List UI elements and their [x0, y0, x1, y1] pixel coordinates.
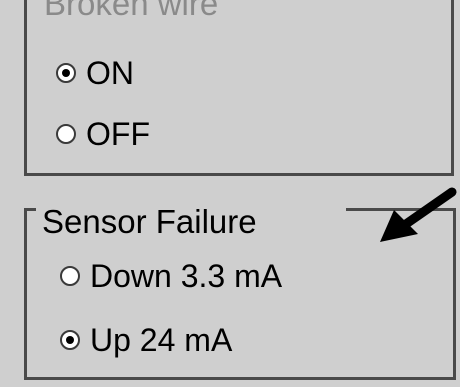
radio-button-icon[interactable]: [56, 124, 76, 144]
broken-wire-on-option[interactable]: ON: [56, 55, 134, 91]
radio-button-selected-icon[interactable]: [60, 330, 80, 350]
sensor-failure-legend: Sensor Failure: [36, 204, 263, 240]
settings-panel: Broken wire ON OFF Sensor Failure Down 3…: [0, 0, 460, 387]
broken-wire-off-label: OFF: [86, 116, 150, 152]
sensor-failure-down-option[interactable]: Down 3.3 mA: [60, 258, 282, 294]
radio-button-selected-icon[interactable]: [56, 63, 76, 83]
sensor-failure-down-label: Down 3.3 mA: [90, 258, 283, 294]
broken-wire-off-option[interactable]: OFF: [56, 116, 150, 152]
broken-wire-legend: Broken wire: [38, 0, 225, 22]
sensor-failure-up-option[interactable]: Up 24 mA: [60, 322, 232, 358]
broken-wire-on-label: ON: [86, 55, 134, 91]
sensor-failure-up-label: Up 24 mA: [90, 322, 233, 358]
arrow-icon: [380, 187, 457, 242]
radio-button-icon[interactable]: [60, 266, 80, 286]
